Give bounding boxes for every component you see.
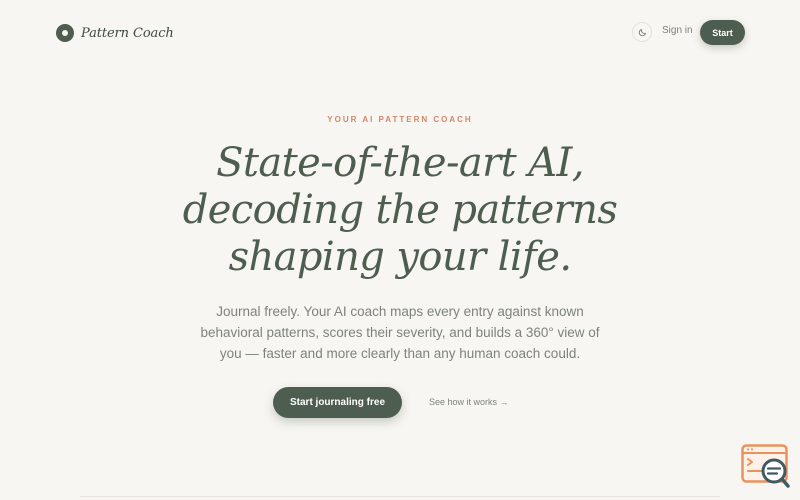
hero-eyebrow: YOUR AI PATTERN COACH (327, 115, 473, 124)
search-document-widget[interactable] (741, 444, 791, 490)
subhead-line: Journal freely. Your AI coach maps every… (216, 304, 584, 319)
search-document-icon (741, 444, 790, 488)
site-header: Pattern Coach Sign in Start (0, 0, 800, 64)
headline-line: decoding the patterns (182, 187, 618, 233)
start-button[interactable]: Start (700, 20, 745, 45)
logo-icon (56, 24, 74, 42)
brand-name: Pattern Coach (81, 25, 174, 41)
see-how-it-works-link[interactable]: See how it works → (429, 397, 509, 407)
brand-logo[interactable]: Pattern Coach (56, 23, 174, 43)
moon-icon (638, 28, 646, 36)
hero-headline: State-of-the-art AI, decoding the patter… (100, 140, 700, 281)
start-journaling-button[interactable]: Start journaling free (273, 387, 402, 418)
theme-toggle-button[interactable] (632, 22, 652, 42)
headline-line: shaping your life. (228, 234, 572, 280)
landing-page: Pattern Coach Sign in Start YOUR AI PATT… (0, 0, 800, 500)
headline-line: State-of-the-art AI, (216, 140, 584, 186)
section-divider (80, 496, 720, 497)
subhead-line: behavioral patterns, scores their severi… (200, 325, 600, 340)
hero-subhead: Journal freely. Your AI coach maps every… (170, 301, 630, 364)
subhead-line: you — faster and more clearly than any h… (219, 346, 581, 361)
sign-in-link[interactable]: Sign in (662, 25, 693, 36)
